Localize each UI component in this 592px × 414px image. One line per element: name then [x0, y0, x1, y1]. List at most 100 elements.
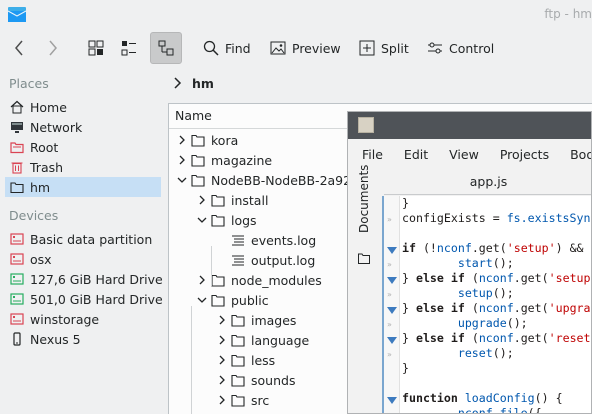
sidebar-item-home[interactable]: Home: [5, 97, 161, 117]
menu-view[interactable]: View: [449, 147, 479, 162]
folder-icon: [231, 374, 245, 387]
sidebar-item-hard-drive-127[interactable]: 127,6 GiB Hard Drive: [5, 269, 163, 289]
folder-icon: [231, 394, 245, 407]
tree-row[interactable]: less: [217, 350, 275, 370]
sidebar-item-hard-drive-501[interactable]: 501,0 GiB Hard Drive: [5, 289, 163, 309]
harddisk-icon: [10, 293, 24, 305]
fold-marker-icon[interactable]: [387, 307, 397, 314]
icons-view-button[interactable]: [88, 32, 108, 64]
menu-edit[interactable]: Edit: [404, 147, 428, 162]
sidebar-item-osx[interactable]: osx: [5, 249, 161, 269]
chevron-right-icon[interactable]: [217, 315, 227, 325]
code-line: nconf.file({: [457, 406, 542, 414]
indent-marker: »: [387, 320, 392, 329]
chevron-right-icon[interactable]: [217, 395, 227, 405]
details-view-button[interactable]: [150, 32, 182, 64]
tab-app-js[interactable]: app.js: [384, 169, 591, 195]
chevron-right-icon[interactable]: [177, 135, 187, 145]
compact-view-button[interactable]: [121, 32, 141, 64]
back-button[interactable]: [14, 32, 30, 64]
menu-projects[interactable]: Projects: [500, 147, 549, 162]
editor-title-bar: [348, 112, 591, 139]
fold-marker-icon[interactable]: [387, 337, 397, 344]
sidebar-item-root[interactable]: Root: [5, 137, 161, 157]
breadcrumb-current[interactable]: hm: [192, 76, 214, 91]
sidebar-item-trash[interactable]: Trash: [5, 157, 161, 177]
tree-row[interactable]: install: [197, 190, 268, 210]
harddisk-icon: [10, 233, 24, 245]
chevron-right-icon[interactable]: [197, 275, 207, 285]
chevron-right-icon[interactable]: [197, 195, 207, 205]
chevron-down-icon[interactable]: [197, 295, 207, 305]
chevron-right-icon[interactable]: [217, 355, 227, 365]
indent-marker: »: [387, 350, 392, 359]
tree-row[interactable]: magazine: [177, 150, 272, 170]
preview-button[interactable]: Preview: [270, 32, 341, 64]
tree-row[interactable]: events.log: [217, 230, 316, 250]
folder-icon: [211, 274, 225, 287]
editor-app-icon: [358, 117, 374, 133]
documents-tab[interactable]: Documents: [357, 165, 371, 233]
folder-icon: [211, 214, 225, 227]
title-bar: ftp - hm: [0, 0, 592, 30]
tree-row[interactable]: NodeBB-NodeBB-2a92e: [177, 170, 359, 190]
tree-row[interactable]: images: [217, 310, 296, 330]
menu-file[interactable]: File: [362, 147, 383, 162]
tree-row-label: less: [251, 352, 276, 368]
code-line: } else if (nconf.get('reset'): [402, 331, 591, 345]
sidebar-item-basic-data-partition[interactable]: Basic data partition: [5, 229, 161, 249]
split-button[interactable]: Split: [359, 32, 409, 64]
folder-icon[interactable]: [358, 253, 370, 264]
control-button[interactable]: Control: [427, 32, 494, 64]
file-manager-app-icon: [8, 7, 26, 22]
chevron-right-icon[interactable]: [217, 375, 227, 385]
sidebar-item-label: 501,0 GiB Hard Drive: [30, 291, 163, 307]
code-line: } else if (nconf.get('upgrad: [402, 301, 591, 315]
tree-row[interactable]: node_modules: [197, 270, 322, 290]
tree-row-label: events.log: [251, 232, 317, 248]
folder-icon: [10, 182, 24, 194]
tree-row-label: node_modules: [231, 272, 322, 288]
indent-guide: [191, 306, 192, 414]
code-line: if (!nconf.get('setup') && !: [402, 241, 591, 255]
text-file-icon: [232, 255, 244, 265]
find-button[interactable]: Find: [203, 32, 251, 64]
breadcrumb: hm: [166, 70, 592, 98]
tree-row-label: magazine: [211, 152, 273, 168]
editor-tabbar: app.js: [384, 169, 591, 195]
sidebar-item-winstorage[interactable]: winstorage: [5, 309, 161, 329]
fold-marker-icon[interactable]: [387, 247, 397, 254]
sidebar-item-nexus-5[interactable]: Nexus 5: [5, 329, 161, 349]
sidebar-item-network[interactable]: Network: [5, 117, 161, 137]
tree-row[interactable]: output.log: [217, 250, 315, 270]
sidebar-item-label: 127,6 GiB Hard Drive: [30, 271, 163, 287]
chevron-right-icon[interactable]: [217, 335, 227, 345]
chevron-right-icon[interactable]: [177, 155, 187, 165]
forward-button[interactable]: [48, 32, 64, 64]
tree-row[interactable]: language: [217, 330, 309, 350]
fold-marker-icon[interactable]: [387, 397, 397, 404]
code-line: } else if (nconf.get('setup': [402, 271, 591, 285]
chevron-down-icon[interactable]: [177, 175, 187, 185]
menu-bookmarks[interactable]: Boo: [570, 147, 591, 162]
sidebar-item-label: Network: [30, 119, 83, 135]
tree-row[interactable]: logs: [197, 210, 257, 230]
tree-row-label: images: [251, 312, 297, 328]
tree-row[interactable]: kora: [177, 130, 238, 150]
code-line: upgrade();: [457, 316, 528, 330]
harddisk-icon: [10, 313, 24, 325]
image-icon: [270, 41, 286, 55]
code-view[interactable]: » » » » » » } configExists = fs.existsSy…: [382, 196, 591, 414]
sidebar-item-label: Nexus 5: [30, 331, 81, 347]
tree-row[interactable]: public: [197, 290, 269, 310]
sidebar-item-hm[interactable]: hm: [5, 177, 161, 197]
tree-row[interactable]: src: [217, 390, 269, 410]
indent-marker: »: [387, 410, 392, 413]
tree-row[interactable]: sounds: [217, 370, 295, 390]
fold-marker-icon[interactable]: [387, 277, 397, 284]
sidebar-item-label: Trash: [30, 159, 64, 175]
chevron-down-icon[interactable]: [197, 215, 207, 225]
home-icon: [10, 100, 24, 114]
code-line: }: [402, 361, 409, 375]
chevron-right-icon[interactable]: [172, 76, 182, 90]
